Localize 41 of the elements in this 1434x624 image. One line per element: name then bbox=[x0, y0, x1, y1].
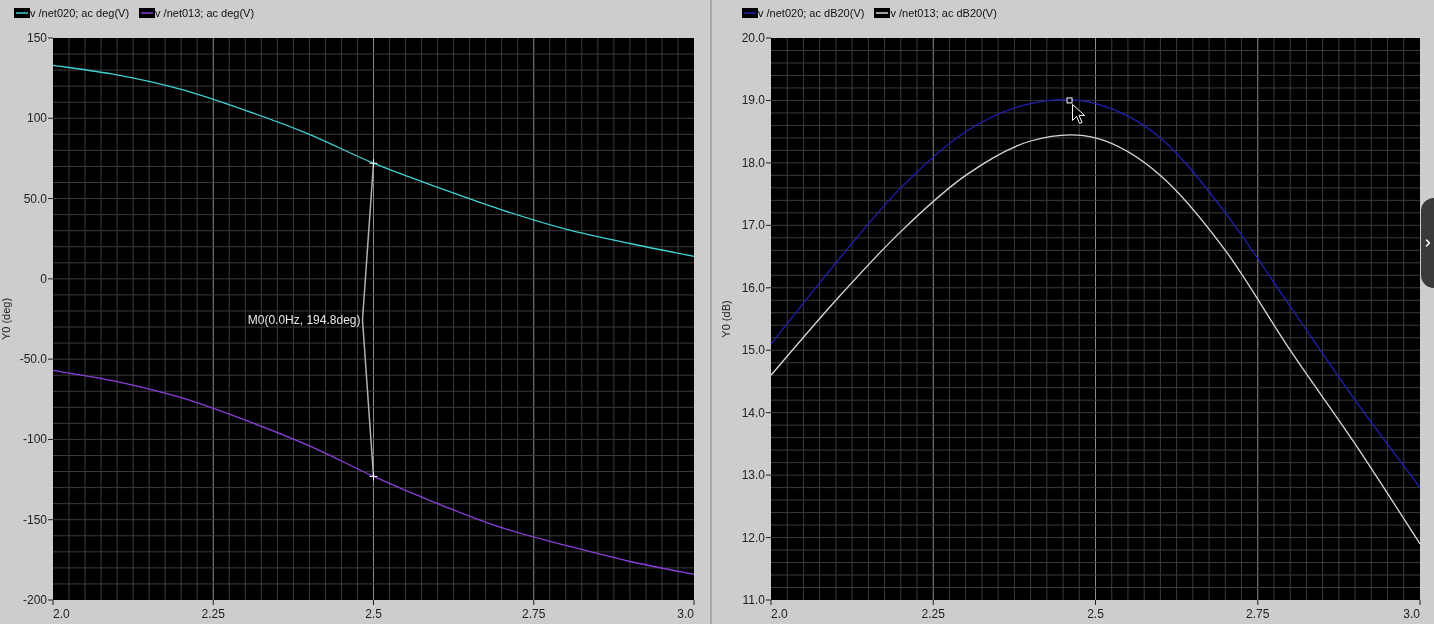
axis-title: Y0 (dB) bbox=[720, 300, 732, 338]
tick-label: 3.0 bbox=[1403, 607, 1420, 621]
tick-label: 14.0 bbox=[741, 405, 765, 420]
tick-label: 11.0 bbox=[742, 593, 765, 607]
tick-label: 150 bbox=[26, 31, 47, 45]
line-swatch-icon bbox=[742, 8, 758, 18]
tick-label: -100 bbox=[22, 432, 47, 447]
legend-label: v /net020; ac dB20(V) bbox=[758, 5, 865, 21]
tick-label: 2.25 bbox=[921, 607, 945, 621]
marker-label: M0(0.0Hz, 194.8deg) bbox=[247, 312, 361, 327]
tick-label: 50.0 bbox=[23, 191, 47, 206]
tick-label: 2.75 bbox=[522, 607, 546, 621]
line-swatch-icon bbox=[139, 8, 156, 18]
line-swatch-icon bbox=[874, 8, 891, 18]
line-swatch-icon bbox=[14, 8, 30, 18]
mouse-pointer-icon bbox=[1072, 103, 1086, 124]
tick-label: 3.0 bbox=[677, 607, 694, 621]
axis-title: Y0 (deg) bbox=[0, 297, 12, 341]
tick-label: 2.75 bbox=[1246, 607, 1270, 621]
tick-label: 19.0 bbox=[741, 93, 765, 108]
legend-label: v /net013; ac dB20(V) bbox=[890, 5, 997, 21]
tick-label: 2.5 bbox=[365, 607, 382, 621]
legend-label: v /net013; ac deg(V) bbox=[155, 5, 255, 21]
tick-label: 12.0 bbox=[741, 530, 765, 545]
side-panel-button[interactable] bbox=[1421, 198, 1434, 288]
tick-label: -150 bbox=[22, 512, 47, 527]
tick-label: -50.0 bbox=[19, 352, 47, 367]
tick-label: 2.5 bbox=[1087, 607, 1104, 621]
tick-label: 15.0 bbox=[741, 343, 765, 358]
tick-label: 2.25 bbox=[201, 607, 225, 621]
tick-label: 13.0 bbox=[741, 468, 765, 483]
tick-label: 0 bbox=[40, 271, 47, 286]
tick-label: 18.0 bbox=[741, 155, 765, 170]
tick-label: 16.0 bbox=[741, 280, 765, 295]
tick-label: 20.0 bbox=[741, 31, 765, 45]
tick-label: 17.0 bbox=[741, 218, 765, 233]
legend-label: v /net020; ac deg(V) bbox=[30, 5, 130, 21]
tick-label: -200 bbox=[22, 593, 47, 607]
tick-label: 2.0 bbox=[771, 607, 788, 621]
tick-label: 2.0 bbox=[53, 607, 70, 621]
tick-label: 100 bbox=[26, 111, 47, 126]
